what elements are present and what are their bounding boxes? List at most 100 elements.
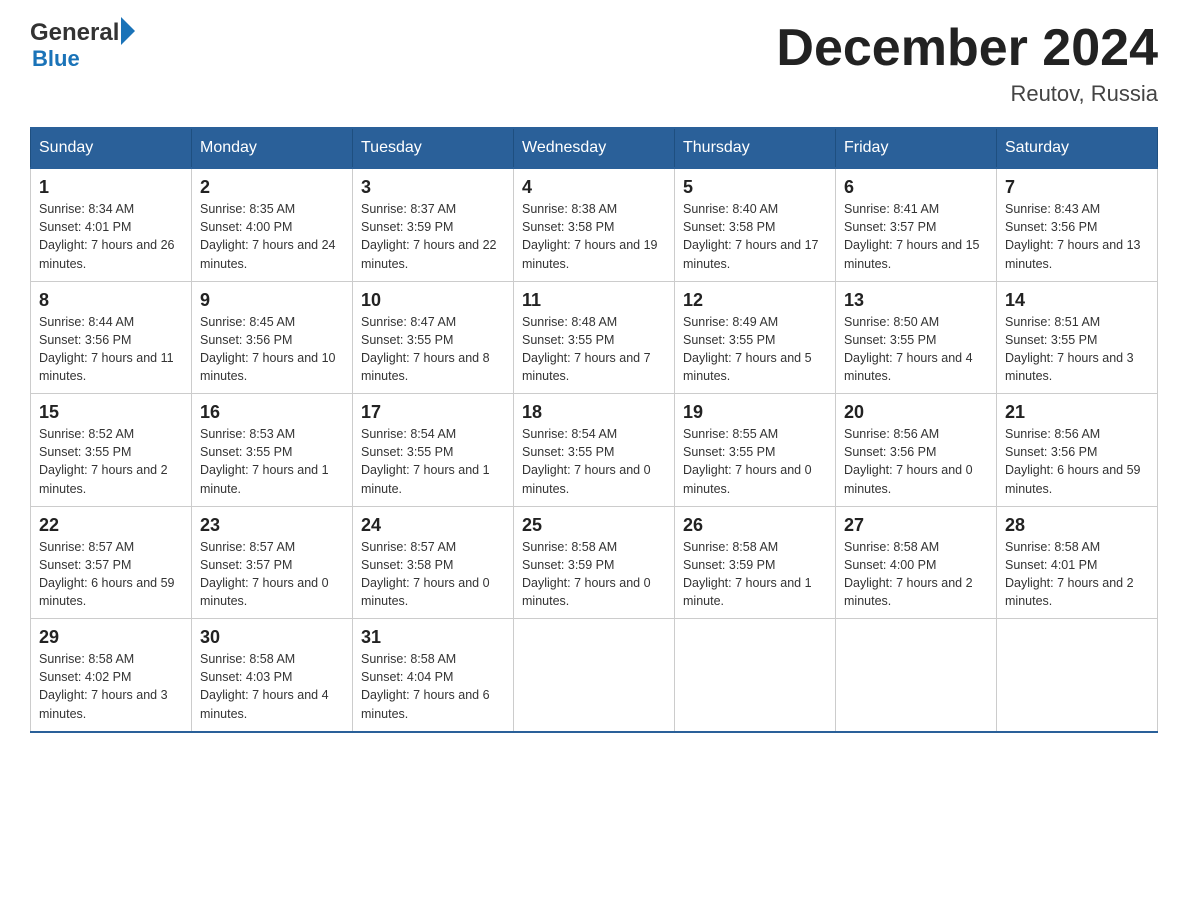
- day-info: Sunrise: 8:47 AMSunset: 3:55 PMDaylight:…: [361, 315, 490, 383]
- day-number: 31: [361, 627, 505, 648]
- column-header-wednesday: Wednesday: [514, 128, 675, 168]
- calendar-cell: 2 Sunrise: 8:35 AMSunset: 4:00 PMDaylight…: [192, 168, 353, 281]
- calendar-cell: 4 Sunrise: 8:38 AMSunset: 3:58 PMDaylight…: [514, 168, 675, 281]
- calendar-week-row: 22 Sunrise: 8:57 AMSunset: 3:57 PMDayligh…: [31, 506, 1158, 619]
- logo-triangle-icon: [121, 17, 135, 45]
- day-number: 22: [39, 515, 183, 536]
- day-number: 30: [200, 627, 344, 648]
- calendar-cell: 17Sunrise: 8:54 AMSunset: 3:55 PMDayligh…: [353, 394, 514, 507]
- calendar-cell: 1 Sunrise: 8:34 AMSunset: 4:01 PMDaylight…: [31, 168, 192, 281]
- calendar-week-row: 8 Sunrise: 8:44 AMSunset: 3:56 PMDaylight…: [31, 281, 1158, 394]
- day-info: Sunrise: 8:56 AMSunset: 3:56 PMDaylight:…: [844, 427, 973, 495]
- calendar-week-row: 29 Sunrise: 8:58 AMSunset: 4:02 PMDayligh…: [31, 619, 1158, 732]
- day-number: 20: [844, 402, 988, 423]
- calendar-cell: 22 Sunrise: 8:57 AMSunset: 3:57 PMDayligh…: [31, 506, 192, 619]
- day-info: Sunrise: 8:58 AMSunset: 4:04 PMDaylight:…: [361, 652, 490, 720]
- day-number: 12: [683, 290, 827, 311]
- logo-text-blue: Blue: [32, 46, 135, 72]
- title-section: December 2024 Reutov, Russia: [776, 20, 1158, 107]
- day-number: 29: [39, 627, 183, 648]
- day-info: Sunrise: 8:34 AMSunset: 4:01 PMDaylight:…: [39, 202, 175, 270]
- day-info: Sunrise: 8:58 AMSunset: 4:01 PMDaylight:…: [1005, 540, 1134, 608]
- day-info: Sunrise: 8:58 AMSunset: 3:59 PMDaylight:…: [522, 540, 651, 608]
- day-info: Sunrise: 8:57 AMSunset: 3:57 PMDaylight:…: [200, 540, 329, 608]
- day-info: Sunrise: 8:58 AMSunset: 4:03 PMDaylight:…: [200, 652, 329, 720]
- day-number: 19: [683, 402, 827, 423]
- day-info: Sunrise: 8:52 AMSunset: 3:55 PMDaylight:…: [39, 427, 168, 495]
- calendar-cell: 29 Sunrise: 8:58 AMSunset: 4:02 PMDayligh…: [31, 619, 192, 732]
- calendar-cell: 23 Sunrise: 8:57 AMSunset: 3:57 PMDayligh…: [192, 506, 353, 619]
- column-header-monday: Monday: [192, 128, 353, 168]
- calendar-cell: 7 Sunrise: 8:43 AMSunset: 3:56 PMDaylight…: [997, 168, 1158, 281]
- day-info: Sunrise: 8:58 AMSunset: 3:59 PMDaylight:…: [683, 540, 812, 608]
- logo-text-general: General: [30, 20, 119, 46]
- day-info: Sunrise: 8:50 AMSunset: 3:55 PMDaylight:…: [844, 315, 973, 383]
- calendar-cell: 30 Sunrise: 8:58 AMSunset: 4:03 PMDayligh…: [192, 619, 353, 732]
- calendar-cell: 19Sunrise: 8:55 AMSunset: 3:55 PMDayligh…: [675, 394, 836, 507]
- column-header-friday: Friday: [836, 128, 997, 168]
- calendar-cell: [675, 619, 836, 732]
- day-number: 7: [1005, 177, 1149, 198]
- calendar-cell: 26 Sunrise: 8:58 AMSunset: 3:59 PMDayligh…: [675, 506, 836, 619]
- day-number: 6: [844, 177, 988, 198]
- calendar-week-row: 15 Sunrise: 8:52 AMSunset: 3:55 PMDayligh…: [31, 394, 1158, 507]
- day-number: 2: [200, 177, 344, 198]
- logo: General Blue: [30, 20, 135, 72]
- calendar-cell: 12 Sunrise: 8:49 AMSunset: 3:55 PMDayligh…: [675, 281, 836, 394]
- day-info: Sunrise: 8:56 AMSunset: 3:56 PMDaylight:…: [1005, 427, 1141, 495]
- day-number: 27: [844, 515, 988, 536]
- calendar-cell: [836, 619, 997, 732]
- day-number: 26: [683, 515, 827, 536]
- calendar-cell: 15 Sunrise: 8:52 AMSunset: 3:55 PMDayligh…: [31, 394, 192, 507]
- day-number: 23: [200, 515, 344, 536]
- calendar-table: SundayMondayTuesdayWednesdayThursdayFrid…: [30, 127, 1158, 733]
- calendar-cell: 9Sunrise: 8:45 AMSunset: 3:56 PMDaylight…: [192, 281, 353, 394]
- calendar-header-row: SundayMondayTuesdayWednesdayThursdayFrid…: [31, 128, 1158, 168]
- calendar-cell: [997, 619, 1158, 732]
- day-number: 21: [1005, 402, 1149, 423]
- calendar-cell: 24 Sunrise: 8:57 AMSunset: 3:58 PMDayligh…: [353, 506, 514, 619]
- calendar-cell: 11 Sunrise: 8:48 AMSunset: 3:55 PMDayligh…: [514, 281, 675, 394]
- day-info: Sunrise: 8:57 AMSunset: 3:58 PMDaylight:…: [361, 540, 490, 608]
- month-title: December 2024: [776, 20, 1158, 77]
- day-number: 15: [39, 402, 183, 423]
- calendar-cell: [514, 619, 675, 732]
- day-info: Sunrise: 8:45 AMSunset: 3:56 PMDaylight:…: [200, 315, 336, 383]
- day-number: 28: [1005, 515, 1149, 536]
- calendar-body: 1 Sunrise: 8:34 AMSunset: 4:01 PMDaylight…: [31, 168, 1158, 732]
- day-number: 17: [361, 402, 505, 423]
- day-number: 18: [522, 402, 666, 423]
- day-info: Sunrise: 8:48 AMSunset: 3:55 PMDaylight:…: [522, 315, 651, 383]
- column-header-tuesday: Tuesday: [353, 128, 514, 168]
- calendar-cell: 21 Sunrise: 8:56 AMSunset: 3:56 PMDayligh…: [997, 394, 1158, 507]
- calendar-cell: 18Sunrise: 8:54 AMSunset: 3:55 PMDayligh…: [514, 394, 675, 507]
- day-number: 24: [361, 515, 505, 536]
- day-number: 8: [39, 290, 183, 311]
- day-info: Sunrise: 8:40 AMSunset: 3:58 PMDaylight:…: [683, 202, 819, 270]
- column-header-thursday: Thursday: [675, 128, 836, 168]
- day-number: 5: [683, 177, 827, 198]
- calendar-cell: 20 Sunrise: 8:56 AMSunset: 3:56 PMDayligh…: [836, 394, 997, 507]
- calendar-cell: 10 Sunrise: 8:47 AMSunset: 3:55 PMDayligh…: [353, 281, 514, 394]
- calendar-week-row: 1 Sunrise: 8:34 AMSunset: 4:01 PMDaylight…: [31, 168, 1158, 281]
- calendar-cell: 28 Sunrise: 8:58 AMSunset: 4:01 PMDayligh…: [997, 506, 1158, 619]
- day-info: Sunrise: 8:38 AMSunset: 3:58 PMDaylight:…: [522, 202, 658, 270]
- day-info: Sunrise: 8:35 AMSunset: 4:00 PMDaylight:…: [200, 202, 336, 270]
- day-info: Sunrise: 8:44 AMSunset: 3:56 PMDaylight:…: [39, 315, 174, 383]
- day-number: 4: [522, 177, 666, 198]
- day-number: 11: [522, 290, 666, 311]
- calendar-cell: 25 Sunrise: 8:58 AMSunset: 3:59 PMDayligh…: [514, 506, 675, 619]
- day-info: Sunrise: 8:43 AMSunset: 3:56 PMDaylight:…: [1005, 202, 1141, 270]
- day-info: Sunrise: 8:53 AMSunset: 3:55 PMDaylight:…: [200, 427, 329, 495]
- day-number: 13: [844, 290, 988, 311]
- day-number: 3: [361, 177, 505, 198]
- day-number: 25: [522, 515, 666, 536]
- day-info: Sunrise: 8:49 AMSunset: 3:55 PMDaylight:…: [683, 315, 812, 383]
- day-number: 10: [361, 290, 505, 311]
- day-info: Sunrise: 8:58 AMSunset: 4:02 PMDaylight:…: [39, 652, 168, 720]
- day-number: 1: [39, 177, 183, 198]
- day-info: Sunrise: 8:57 AMSunset: 3:57 PMDaylight:…: [39, 540, 175, 608]
- calendar-cell: 3Sunrise: 8:37 AMSunset: 3:59 PMDaylight…: [353, 168, 514, 281]
- day-number: 16: [200, 402, 344, 423]
- calendar-cell: 27Sunrise: 8:58 AMSunset: 4:00 PMDayligh…: [836, 506, 997, 619]
